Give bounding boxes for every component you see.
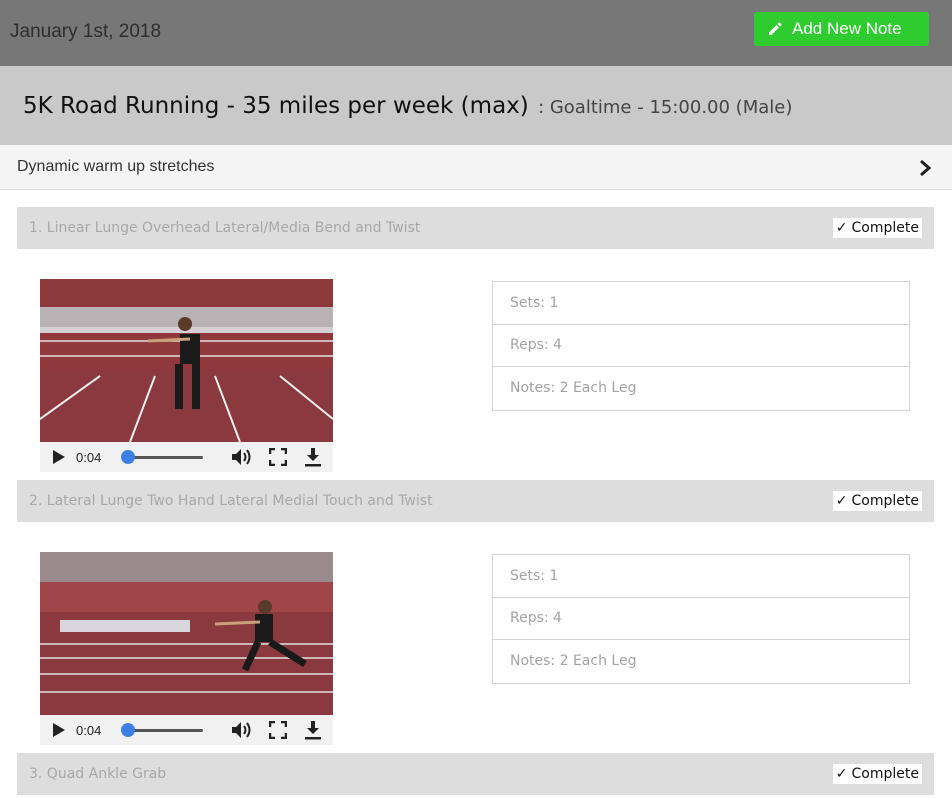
exercise-info-table: Sets: 1 Reps: 4 Notes: 2 Each Leg bbox=[492, 554, 910, 684]
notes-value: Notes: 2 Each Leg bbox=[510, 653, 637, 670]
plan-goal: : Goaltime - 15:00.00 (Male) bbox=[538, 97, 793, 118]
complete-label: Complete bbox=[851, 493, 919, 509]
volume-icon[interactable] bbox=[231, 721, 253, 739]
play-icon[interactable] bbox=[52, 722, 66, 738]
complete-button[interactable]: ✓ Complete bbox=[832, 764, 922, 784]
sets-value: Sets: 1 bbox=[493, 282, 909, 325]
top-bar: January 1st, 2018 Add New Note bbox=[0, 0, 952, 66]
plan-bar: 5K Road Running - 35 miles per week (max… bbox=[0, 66, 952, 145]
download-icon[interactable] bbox=[304, 447, 322, 467]
exercise-header: 2. Lateral Lunge Two Hand Lateral Medial… bbox=[17, 480, 934, 522]
plan-name: 5K Road Running - 35 miles per week (max… bbox=[23, 93, 529, 119]
complete-label: Complete bbox=[851, 220, 919, 236]
video-player[interactable]: 0:04 bbox=[40, 552, 333, 745]
seek-track[interactable] bbox=[124, 729, 203, 732]
video-frame bbox=[40, 552, 333, 715]
complete-label: Complete bbox=[851, 766, 919, 782]
video-time: 0:04 bbox=[76, 450, 102, 465]
pencil-icon bbox=[769, 22, 782, 35]
checkmark-icon: ✓ bbox=[835, 220, 848, 236]
notes-value: Notes: 2 Each Leg bbox=[510, 380, 637, 397]
video-time: 0:04 bbox=[76, 723, 102, 738]
section-label: Dynamic warm up stretches bbox=[17, 158, 215, 175]
checkmark-icon: ✓ bbox=[835, 493, 848, 509]
exercise-info-table: Sets: 1 Reps: 4 Notes: 2 Each Leg bbox=[492, 281, 910, 411]
volume-icon[interactable] bbox=[231, 448, 253, 466]
seek-knob[interactable] bbox=[120, 450, 135, 464]
sets-value: Sets: 1 bbox=[493, 555, 909, 598]
date-label: January 1st, 2018 bbox=[10, 21, 162, 42]
exercise-title: 1. Linear Lunge Overhead Lateral/Media B… bbox=[29, 220, 421, 236]
video-player[interactable]: 0:04 bbox=[40, 279, 333, 472]
video-controls: 0:04 bbox=[40, 715, 333, 745]
complete-button[interactable]: ✓ Complete bbox=[832, 491, 922, 511]
fullscreen-icon[interactable] bbox=[269, 448, 287, 466]
seek-track[interactable] bbox=[124, 456, 203, 459]
complete-button[interactable]: ✓ Complete bbox=[832, 218, 922, 238]
exercise-body: 0:04 Sets: 1 Reps: 4 Notes: 2 Each Leg bbox=[17, 522, 934, 752]
exercise-header: 1. Linear Lunge Overhead Lateral/Media B… bbox=[17, 207, 934, 249]
reps-value: Reps: 4 bbox=[493, 598, 909, 640]
reps-value: Reps: 4 bbox=[493, 325, 909, 367]
exercise-body: 0:04 Sets: 1 Reps: 4 Notes: 2 Each Leg bbox=[17, 249, 934, 479]
plan-title: 5K Road Running - 35 miles per week (max… bbox=[23, 93, 792, 119]
exercise-title: 3. Quad Ankle Grab bbox=[29, 766, 167, 782]
exercise-title: 2. Lateral Lunge Two Hand Lateral Medial… bbox=[29, 493, 433, 509]
section-dynamic-warm-up[interactable]: Dynamic warm up stretches bbox=[0, 145, 952, 190]
add-new-note-button[interactable]: Add New Note bbox=[754, 12, 929, 46]
add-new-note-label: Add New Note bbox=[792, 19, 902, 38]
checkmark-icon: ✓ bbox=[835, 766, 848, 782]
fullscreen-icon[interactable] bbox=[269, 721, 287, 739]
exercise-header: 3. Quad Ankle Grab ✓ Complete bbox=[17, 753, 934, 795]
video-controls: 0:04 bbox=[40, 442, 333, 472]
video-frame bbox=[40, 279, 333, 442]
play-icon[interactable] bbox=[52, 449, 66, 465]
download-icon[interactable] bbox=[304, 720, 322, 740]
seek-knob[interactable] bbox=[120, 723, 135, 737]
chevron-right-icon bbox=[920, 159, 932, 177]
